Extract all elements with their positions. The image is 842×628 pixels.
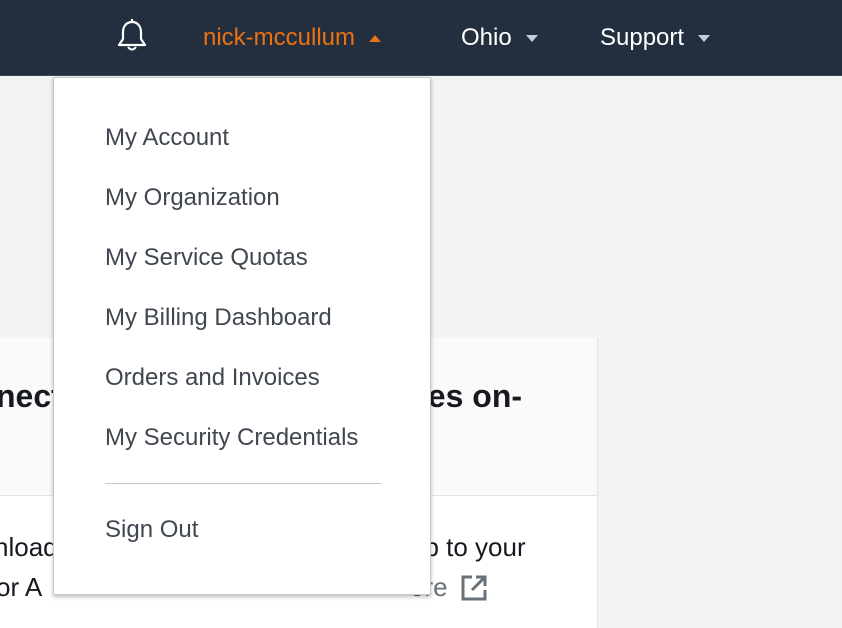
menu-item-my-organization[interactable]: My Organization <box>105 178 280 218</box>
support-label: Support <box>600 24 685 51</box>
region-selector[interactable]: Ohio <box>461 22 538 54</box>
account-menu-toggle[interactable]: nick-mccullum <box>203 22 382 54</box>
notifications-button[interactable] <box>114 18 150 59</box>
external-link-icon <box>460 574 488 602</box>
region-label: Ohio <box>461 24 512 51</box>
support-menu[interactable]: Support <box>600 22 711 54</box>
menu-item-sign-out[interactable]: Sign Out <box>105 510 198 550</box>
menu-item-my-billing-dashboard[interactable]: My Billing Dashboard <box>105 298 332 338</box>
bell-icon <box>115 18 149 59</box>
menu-item-my-security-credentials[interactable]: My Security Credentials <box>105 418 358 458</box>
menu-item-my-account[interactable]: My Account <box>105 118 229 158</box>
account-name-label: nick-mccullum <box>203 24 356 51</box>
card-body-text: nload <box>0 532 58 562</box>
account-dropdown-menu: My Account My Organization My Service Qu… <box>53 77 431 595</box>
chevron-down-icon <box>698 34 711 42</box>
top-navigation-bar: nick-mccullum Ohio Support <box>0 0 842 76</box>
menu-item-orders-and-invoices[interactable]: Orders and Invoices <box>105 358 320 398</box>
card-body-text: or A <box>0 572 43 602</box>
chevron-up-icon <box>369 34 382 42</box>
menu-divider <box>105 483 381 484</box>
chevron-down-icon <box>525 34 538 42</box>
menu-item-my-service-quotas[interactable]: My Service Quotas <box>105 238 308 278</box>
